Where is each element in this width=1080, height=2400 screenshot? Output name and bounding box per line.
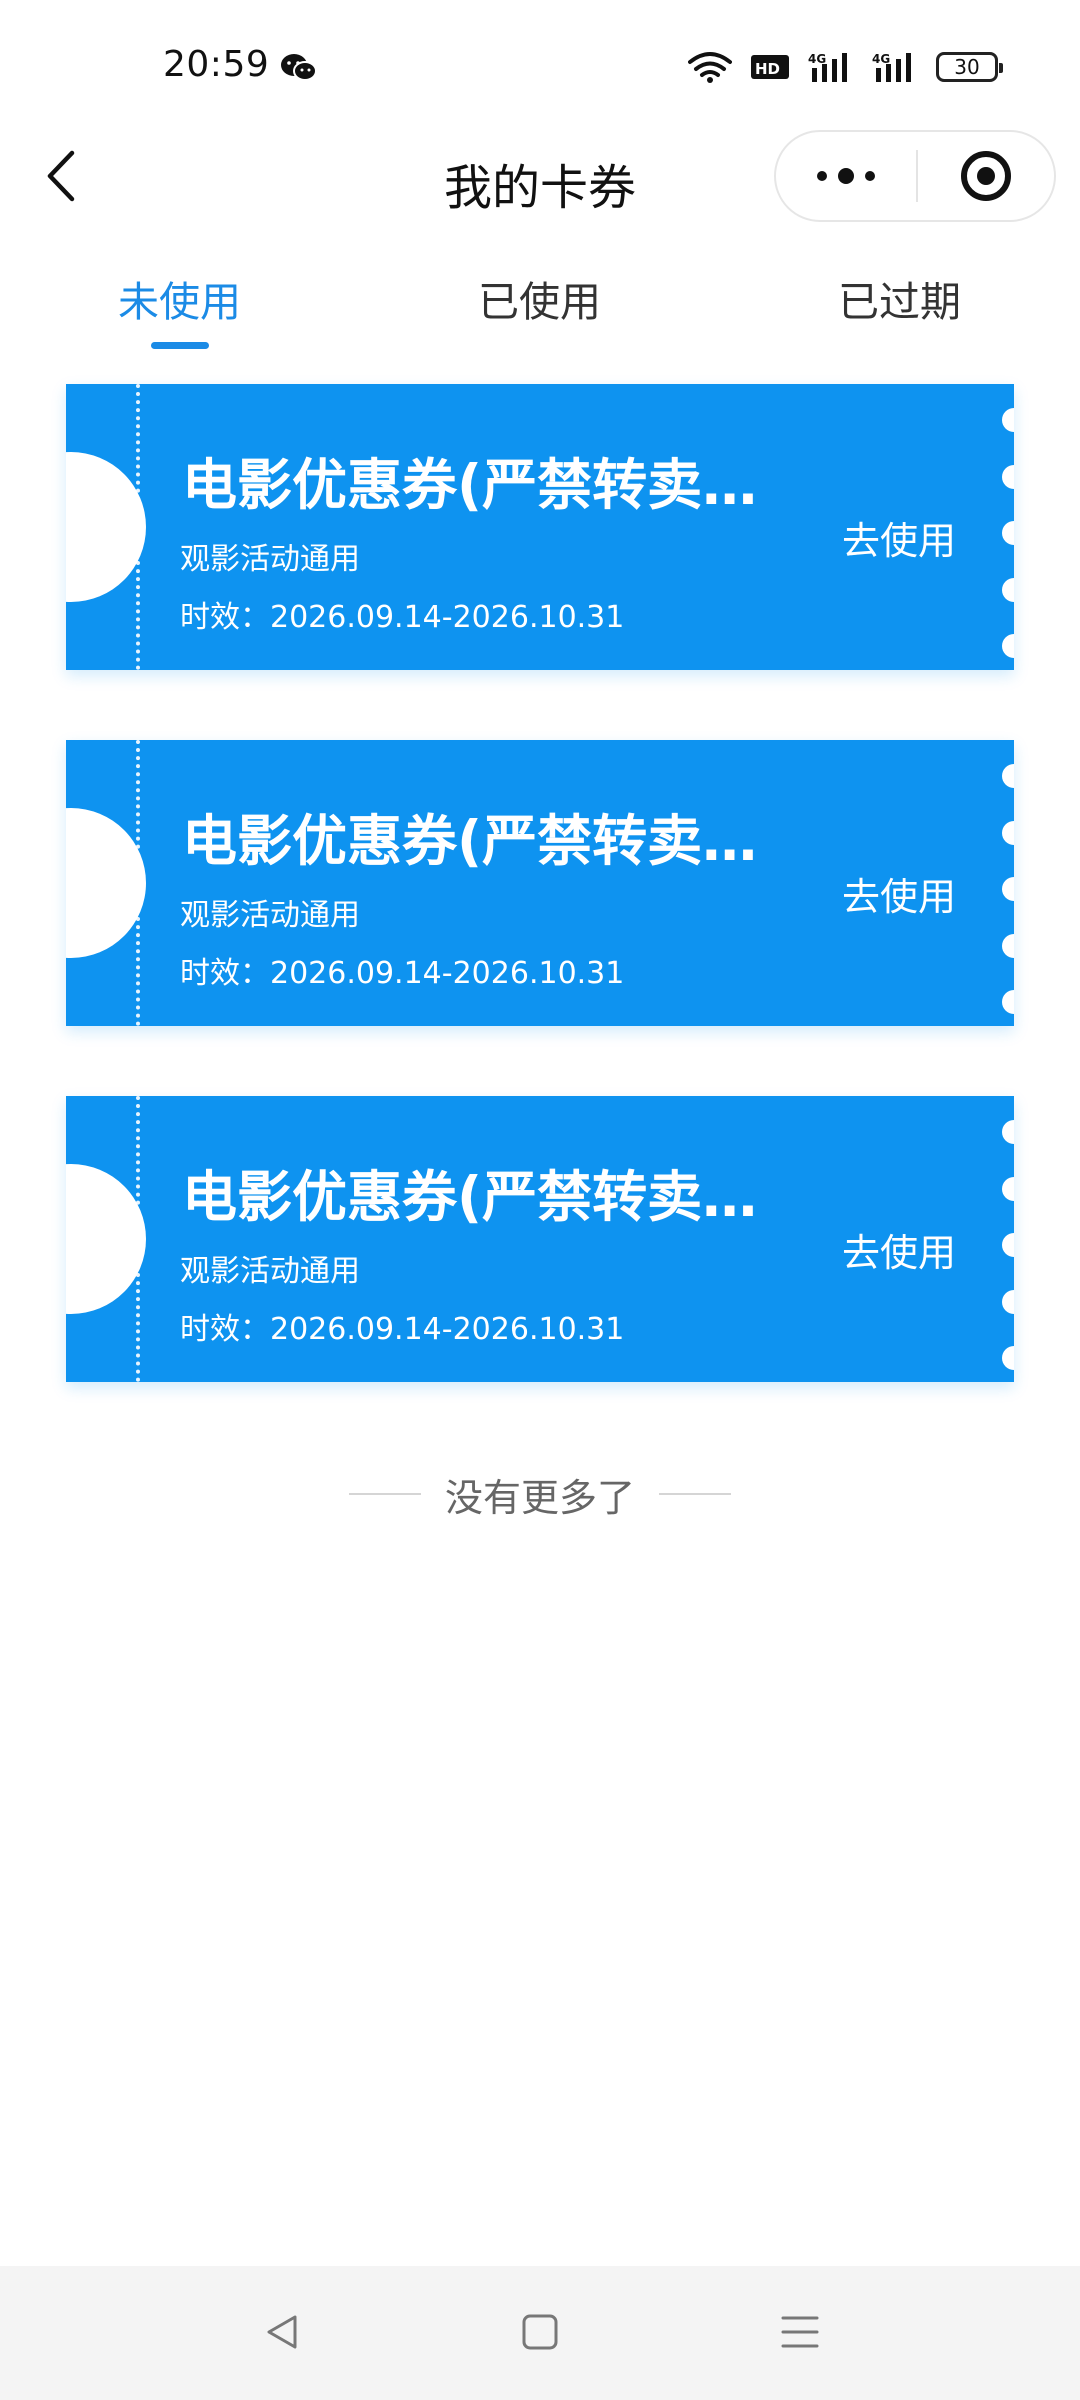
svg-text:4G: 4G <box>808 52 826 66</box>
use-coupon-button[interactable]: 去使用 <box>842 866 956 921</box>
coupon-notch <box>66 452 146 602</box>
status-time: 20:59 <box>163 44 270 85</box>
coupon-card[interactable]: 电影优惠券(严禁转卖… 观影活动通用 时效：2026.09.14-2026.10… <box>66 1096 1014 1382</box>
tab-expired[interactable]: 已过期 <box>838 268 961 328</box>
page: 20:59 HD 4G 4G 30 我的卡券 未使用 已使用 已过期 电影优惠券… <box>0 0 1080 2400</box>
coupon-title: 电影优惠券(严禁转卖… <box>182 1165 758 1229</box>
system-home-button[interactable] <box>510 2302 570 2362</box>
tab-indicator <box>151 342 209 349</box>
tab-used[interactable]: 已使用 <box>478 268 601 328</box>
use-coupon-button[interactable]: 去使用 <box>842 510 956 565</box>
coupon-tabs: 未使用 已使用 已过期 <box>0 258 1080 358</box>
coupon-card[interactable]: 电影优惠券(严禁转卖… 观影活动通用 时效：2026.09.14-2026.10… <box>66 740 1014 1026</box>
end-divider <box>348 1493 421 1495</box>
wifi-icon <box>688 52 732 83</box>
signal-4g-icon: 4G <box>872 52 911 82</box>
coupon-validity: 时效：2026.09.14-2026.10.31 <box>180 1312 625 1347</box>
status-icons: HD 4G 4G 30 <box>688 46 1003 88</box>
system-back-button[interactable] <box>252 2302 312 2362</box>
coupon-subtitle: 观影活动通用 <box>180 1254 360 1289</box>
svg-text:4G: 4G <box>872 52 890 66</box>
coupon-notch <box>66 808 146 958</box>
coupon-title: 电影优惠券(严禁转卖… <box>182 453 758 517</box>
tab-unused[interactable]: 未使用 <box>118 268 241 328</box>
triangle-back-icon <box>267 2315 297 2349</box>
use-coupon-button[interactable]: 去使用 <box>842 1222 956 1277</box>
nav-bar: 我的卡券 <box>0 130 1080 222</box>
coupon-edge-dots <box>1002 764 1014 1014</box>
coupon-perforation <box>136 740 140 1026</box>
coupon-subtitle: 观影活动通用 <box>180 898 360 933</box>
system-menu-button[interactable] <box>770 2302 830 2362</box>
signal-4g-icon: 4G <box>808 52 847 82</box>
more-dots-icon <box>817 168 875 184</box>
target-close-icon <box>961 151 1011 201</box>
end-of-list: 没有更多了 <box>0 1464 1080 1524</box>
close-mini-program-button[interactable] <box>918 132 1054 220</box>
battery-level: 30 <box>954 55 980 79</box>
coupon-perforation <box>136 384 140 670</box>
coupon-validity: 时效：2026.09.14-2026.10.31 <box>180 956 625 991</box>
wechat-icon <box>280 52 318 84</box>
square-home-icon <box>522 2314 558 2350</box>
end-of-list-text: 没有更多了 <box>444 1475 635 1520</box>
coupon-perforation <box>136 1096 140 1382</box>
battery-icon: 30 <box>936 52 1003 82</box>
svg-text:HD: HD <box>755 60 780 78</box>
mini-program-capsule <box>774 130 1056 222</box>
status-bar: 20:59 HD 4G 4G 30 <box>0 0 1080 130</box>
end-divider <box>659 1493 731 1495</box>
coupon-validity: 时效：2026.09.14-2026.10.31 <box>180 600 625 635</box>
more-button[interactable] <box>776 132 916 220</box>
coupon-notch <box>66 1164 146 1314</box>
menu-lines-icon <box>781 2316 819 2348</box>
coupon-subtitle: 观影活动通用 <box>180 542 360 577</box>
coupon-card[interactable]: 电影优惠券(严禁转卖… 观影活动通用 时效：2026.09.14-2026.10… <box>66 384 1014 670</box>
coupon-edge-dots <box>1002 408 1014 658</box>
coupon-title: 电影优惠券(严禁转卖… <box>182 809 758 873</box>
hd-icon: HD <box>751 55 789 79</box>
coupon-edge-dots <box>1002 1120 1014 1370</box>
system-nav-bar <box>0 2266 1080 2400</box>
coupon-list: 电影优惠券(严禁转卖… 观影活动通用 时效：2026.09.14-2026.10… <box>0 384 1080 1452</box>
